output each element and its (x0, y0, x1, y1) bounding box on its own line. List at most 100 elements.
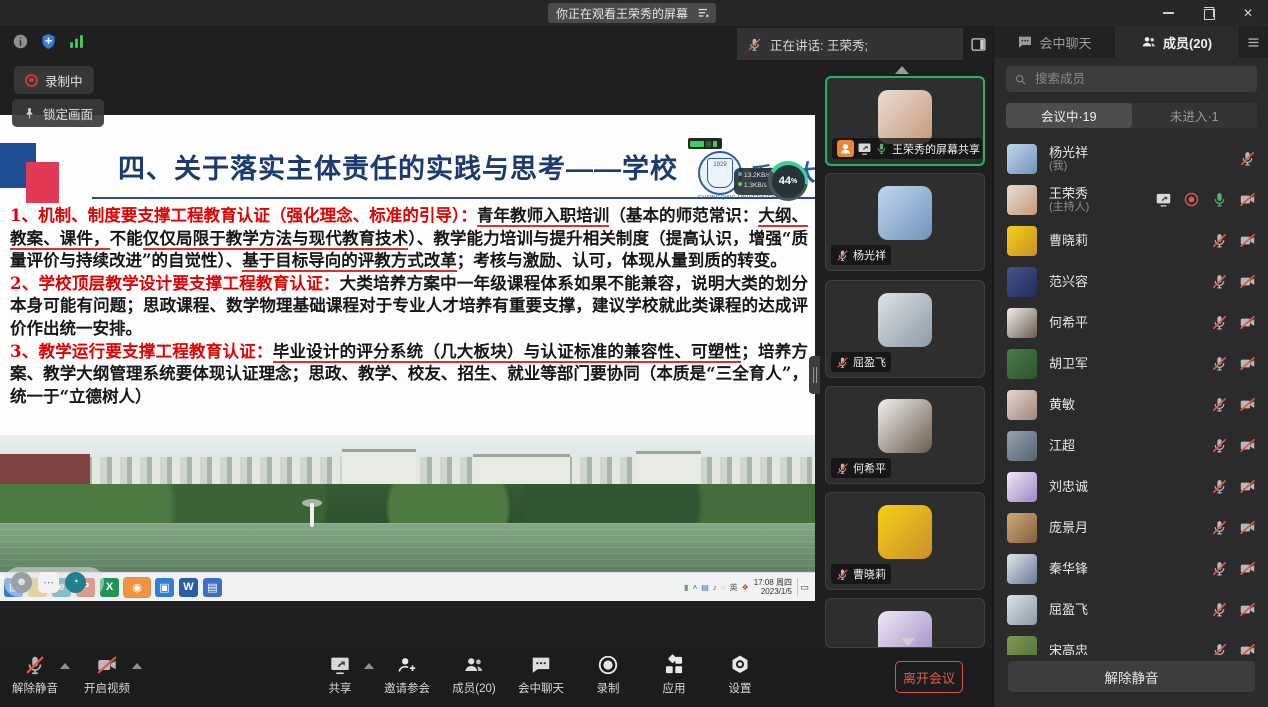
speaking-indicator: 正在讲话: 王荣秀; (737, 28, 963, 60)
side-panel-toggle[interactable] (966, 32, 990, 56)
scroll-down-arrow[interactable] (901, 638, 915, 646)
toolbar-gear-button[interactable]: 设置 (718, 654, 762, 696)
member-row[interactable]: 杨光祥 (我) (994, 138, 1268, 179)
toolbar-label: 共享 (329, 680, 352, 696)
leave-meeting-button[interactable]: 离开会议 (895, 661, 963, 693)
mic-off-icon[interactable] (1239, 150, 1256, 167)
video-tile[interactable]: 王荣秀的屏幕共享 (825, 76, 985, 166)
caret-up-icon[interactable] (364, 663, 374, 669)
mic-off-icon[interactable] (1211, 642, 1228, 655)
member-name: 江超 (1049, 438, 1200, 453)
cam-off-icon[interactable] (1239, 478, 1256, 495)
network-signal-icon (68, 33, 85, 50)
gear-icon (729, 654, 751, 676)
search-input[interactable] (1033, 71, 1249, 87)
cam-off-icon[interactable] (1239, 601, 1256, 618)
filter-in-meeting[interactable]: 会议中·19 (1006, 103, 1132, 128)
minimize-button[interactable] (1148, 0, 1188, 26)
mic-off-icon (836, 249, 849, 262)
close-button[interactable]: ✕ (1228, 0, 1268, 26)
caret-up-icon[interactable] (60, 663, 70, 669)
member-row[interactable]: 曹晓莉 (994, 220, 1268, 261)
member-avatar (1007, 144, 1037, 174)
mic-off-icon (24, 654, 46, 676)
tile-name: 曹晓莉 (853, 566, 886, 582)
lock-view-button[interactable]: 锁定画面 (12, 99, 104, 127)
mic-off-icon[interactable] (1211, 396, 1228, 413)
cam-off-icon[interactable] (1239, 232, 1256, 249)
view-mode-button[interactable] (692, 3, 716, 23)
strip-collapse-handle[interactable] (809, 356, 820, 394)
cam-off-icon[interactable] (1239, 560, 1256, 577)
meeting-info-icon[interactable] (12, 33, 29, 50)
video-tile[interactable]: 曹晓莉 (825, 492, 985, 590)
mic-off-icon[interactable] (1211, 478, 1228, 495)
toolbar-mic-off-button[interactable]: 解除静音 (12, 654, 58, 696)
mic-off-icon[interactable] (1211, 560, 1228, 577)
toolbar-record-ring-button[interactable]: 录制 (586, 654, 630, 696)
member-row[interactable]: 秦华锋 (994, 548, 1268, 589)
security-shield-icon[interactable] (40, 33, 57, 50)
share-icon[interactable] (1155, 191, 1172, 208)
mic-off-icon[interactable] (1211, 355, 1228, 372)
member-row[interactable]: 庞景月 (994, 507, 1268, 548)
cam-off-icon[interactable] (1239, 355, 1256, 372)
cam-off-icon[interactable] (1239, 191, 1256, 208)
member-role: (主持人) (1049, 201, 1144, 214)
member-row[interactable]: 宋高忠 (994, 630, 1268, 655)
member-row[interactable]: 黄敏 (994, 384, 1268, 425)
maximize-button[interactable] (1188, 0, 1228, 26)
toolbar-apps-button[interactable]: 应用 (652, 654, 696, 696)
pin-icon (23, 107, 36, 120)
member-role: (我) (1049, 160, 1228, 173)
toolbar-share-button[interactable]: 共享 (318, 654, 362, 696)
video-tile[interactable]: 屈盈飞 (825, 280, 985, 378)
cam-off-icon[interactable] (1239, 314, 1256, 331)
cam-off-icon[interactable] (1239, 437, 1256, 454)
record-dot-icon[interactable] (1183, 191, 1200, 208)
unmute-button[interactable]: 解除静音 (1008, 661, 1255, 692)
tab-chat[interactable]: 会中聊天 (994, 26, 1116, 58)
toolbar-chat-button[interactable]: 会中聊天 (518, 654, 564, 696)
toolbar-person-add-button[interactable]: 邀请参会 (384, 654, 430, 696)
caret-up-icon[interactable] (132, 663, 142, 669)
tab-members[interactable]: 成员(20) (1116, 26, 1238, 58)
floating-annotation-bar: ☻ ⋯ ◔ (4, 567, 104, 597)
scroll-up-arrow[interactable] (895, 66, 909, 74)
recording-label: 录制中 (45, 71, 83, 90)
toolbar-people-button[interactable]: 成员(20) (452, 654, 496, 696)
mic-on-icon[interactable] (1211, 191, 1228, 208)
member-row[interactable]: 屈盈飞 (994, 589, 1268, 630)
search-icon (1014, 73, 1027, 86)
member-row[interactable]: 范兴容 (994, 261, 1268, 302)
mic-off-icon[interactable] (1211, 232, 1228, 249)
member-row[interactable]: 何希平 (994, 302, 1268, 343)
mic-off-icon[interactable] (1211, 437, 1228, 454)
mic-off-icon[interactable] (1211, 273, 1228, 290)
video-tile[interactable]: 何希平 (825, 386, 985, 484)
chat-icon (1017, 34, 1033, 50)
taskbar-app-meeting-icon: ◉ (124, 578, 150, 597)
member-row[interactable]: 江超 (994, 425, 1268, 466)
video-tile[interactable]: 杨光祥 (825, 173, 985, 271)
view-mode-icon (697, 6, 711, 20)
mic-off-icon[interactable] (1211, 314, 1228, 331)
panel-tab-bar: 会中聊天 成员(20) (994, 26, 1268, 58)
member-search[interactable] (1006, 66, 1257, 92)
cam-off-icon[interactable] (1239, 519, 1256, 536)
mic-off-icon[interactable] (1211, 601, 1228, 618)
campus-photo (0, 435, 815, 572)
toolbar-cam-off-button[interactable]: 开启视频 (84, 654, 130, 696)
cam-off-icon[interactable] (1239, 273, 1256, 290)
member-avatar (1007, 554, 1037, 584)
speaking-text: 正在讲话: 王荣秀; (770, 35, 868, 54)
member-row[interactable]: 王荣秀 (主持人) (994, 179, 1268, 220)
member-row[interactable]: 胡卫军 (994, 343, 1268, 384)
tile-name: 杨光祥 (853, 247, 886, 263)
cam-off-icon[interactable] (1239, 642, 1256, 655)
panel-menu-button[interactable] (1238, 26, 1268, 58)
member-row[interactable]: 刘忠诚 (994, 466, 1268, 507)
filter-not-joined[interactable]: 未进入·1 (1132, 103, 1258, 128)
mic-off-icon[interactable] (1211, 519, 1228, 536)
cam-off-icon[interactable] (1239, 396, 1256, 413)
